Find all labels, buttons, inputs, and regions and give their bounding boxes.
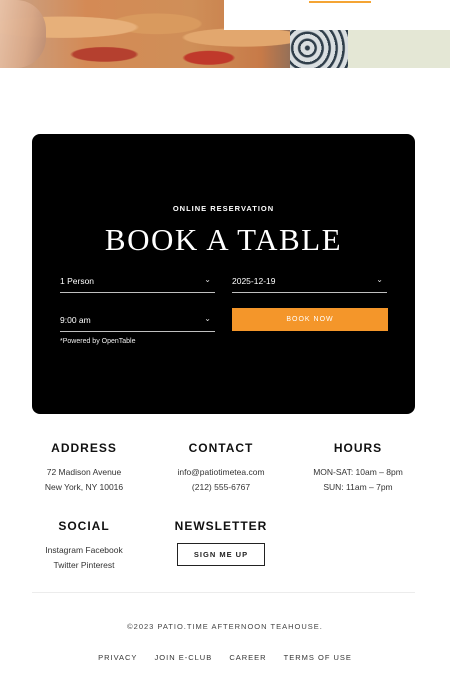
social-links-row-2[interactable]: Twitter Pinterest <box>9 558 159 573</box>
contact-block: CONTACT info@patiotimetea.com (212) 555-… <box>146 441 296 495</box>
footer-nav: PRIVACY JOIN E-CLUB CAREER TERMS OF USE <box>0 653 450 662</box>
accent-underline <box>309 1 371 3</box>
footer-link-terms[interactable]: TERMS OF USE <box>284 653 352 662</box>
footer-link-career[interactable]: CAREER <box>229 653 266 662</box>
party-size-select[interactable]: 1 Person ⌄ <box>60 270 215 293</box>
newsletter-heading: NEWSLETTER <box>174 519 268 533</box>
hero-banner <box>0 0 450 68</box>
hours-sunday: SUN: 11am – 7pm <box>323 482 393 492</box>
footer-link-privacy[interactable]: PRIVACY <box>98 653 137 662</box>
hours-weekday: MON-SAT: 10am – 8pm <box>313 467 403 477</box>
patterned-tile-image <box>290 28 348 68</box>
reservation-title: BOOK A TABLE <box>104 222 343 257</box>
chevron-down-icon: ⌄ <box>376 275 383 284</box>
social-heading: SOCIAL <box>58 519 110 533</box>
address-line-2: New York, NY 10016 <box>44 482 124 492</box>
chevron-down-icon: ⌄ <box>204 275 211 284</box>
newsletter-block: NEWSLETTER SIGN ME UP <box>146 519 296 566</box>
hours-block: HOURS MON-SAT: 10am – 8pm SUN: 11am – 7p… <box>283 441 433 495</box>
reservation-panel: ONLINE RESERVATION BOOK A TABLE 1 Person… <box>32 134 415 414</box>
copyright-text: ©2023 PATIO.TIME AFTERNOON TEAHOUSE. <box>127 622 323 631</box>
social-block: SOCIAL Instagram Facebook Twitter Pinter… <box>9 519 159 573</box>
address-heading: ADDRESS <box>51 441 117 455</box>
contact-heading: CONTACT <box>188 441 254 455</box>
sage-panel <box>348 30 450 68</box>
footer-link-join-eclub[interactable]: JOIN E-CLUB <box>155 653 213 662</box>
time-select[interactable]: 9:00 am ⌄ <box>60 309 215 332</box>
social-links-row-1[interactable]: Instagram Facebook <box>9 543 159 558</box>
powered-by-opentable: *Powered by OpenTable <box>60 338 136 345</box>
contact-email[interactable]: info@patiotimetea.com <box>146 465 296 480</box>
hero-card <box>224 0 450 30</box>
hours-heading: HOURS <box>333 441 383 455</box>
contact-phone[interactable]: (212) 555-6767 <box>146 480 296 495</box>
address-line-1: 72 Madison Avenue <box>46 467 122 477</box>
sign-me-up-button[interactable]: SIGN ME UP <box>176 543 266 566</box>
address-block: ADDRESS 72 Madison Avenue New York, NY 1… <box>9 441 159 495</box>
book-now-button[interactable]: BOOK NOW <box>232 308 388 331</box>
time-value: 9:00 am <box>60 315 91 325</box>
date-select[interactable]: 2025-12-19 ⌄ <box>232 270 387 293</box>
footer-divider <box>32 592 415 593</box>
reservation-eyebrow: ONLINE RESERVATION <box>172 204 275 213</box>
date-value: 2025-12-19 <box>232 276 276 286</box>
chevron-down-icon: ⌄ <box>204 314 211 323</box>
party-size-value: 1 Person <box>60 276 95 286</box>
